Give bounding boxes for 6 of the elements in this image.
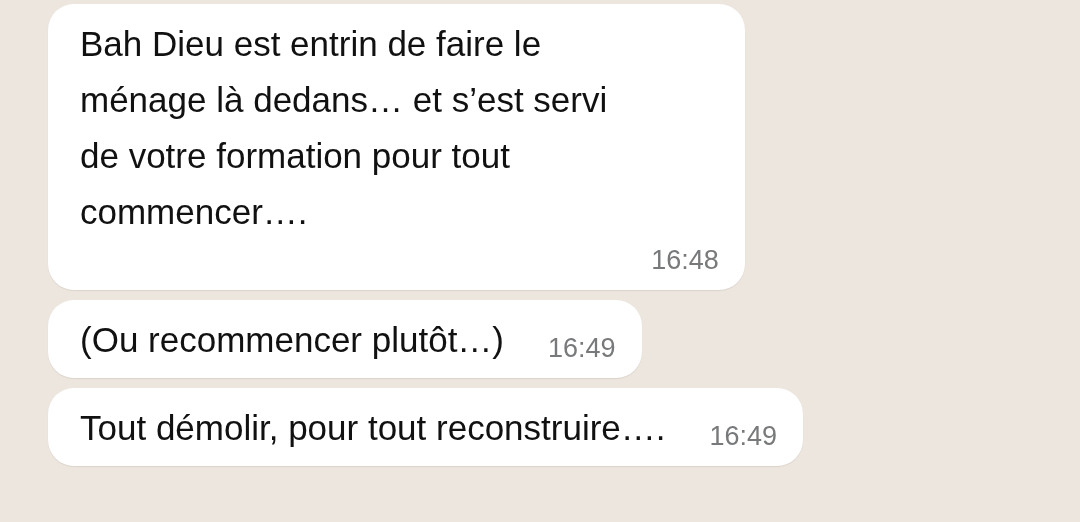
message-text: Bah Dieu est entrin de faire le ménage là dedans… et s’est servi de votre formation pour tout commencer…. <box>80 23 608 233</box>
message-text: (Ou recommencer plutôt…) <box>80 319 505 361</box>
message-time: 16:49 <box>547 332 616 365</box>
message-text: Tout démolir, pour tout reconstruire…. <box>80 407 666 449</box>
message-time: 16:48 <box>650 244 719 277</box>
message-time: 16:49 <box>708 420 778 453</box>
